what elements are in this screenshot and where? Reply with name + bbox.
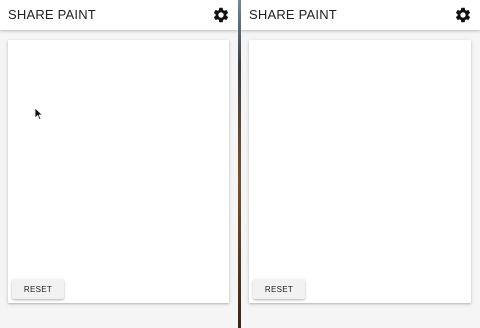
paint-card: RESET [249, 40, 471, 303]
paint-canvas[interactable] [8, 40, 229, 273]
mouse-pointer-icon [34, 107, 44, 121]
left-app-window: SHARE PAINT RESET [0, 0, 238, 328]
reset-button[interactable]: RESET [12, 279, 64, 299]
app-bar: SHARE PAINT [0, 0, 238, 30]
paint-canvas[interactable] [249, 40, 471, 273]
app-title: SHARE PAINT [8, 7, 96, 22]
paint-card: RESET [8, 40, 229, 303]
reset-button[interactable]: RESET [253, 279, 305, 299]
gear-icon[interactable] [454, 6, 472, 24]
app-title: SHARE PAINT [249, 7, 337, 22]
app-bar: SHARE PAINT [241, 0, 480, 30]
right-app-window: SHARE PAINT RESET [241, 0, 480, 328]
gear-icon[interactable] [212, 6, 230, 24]
